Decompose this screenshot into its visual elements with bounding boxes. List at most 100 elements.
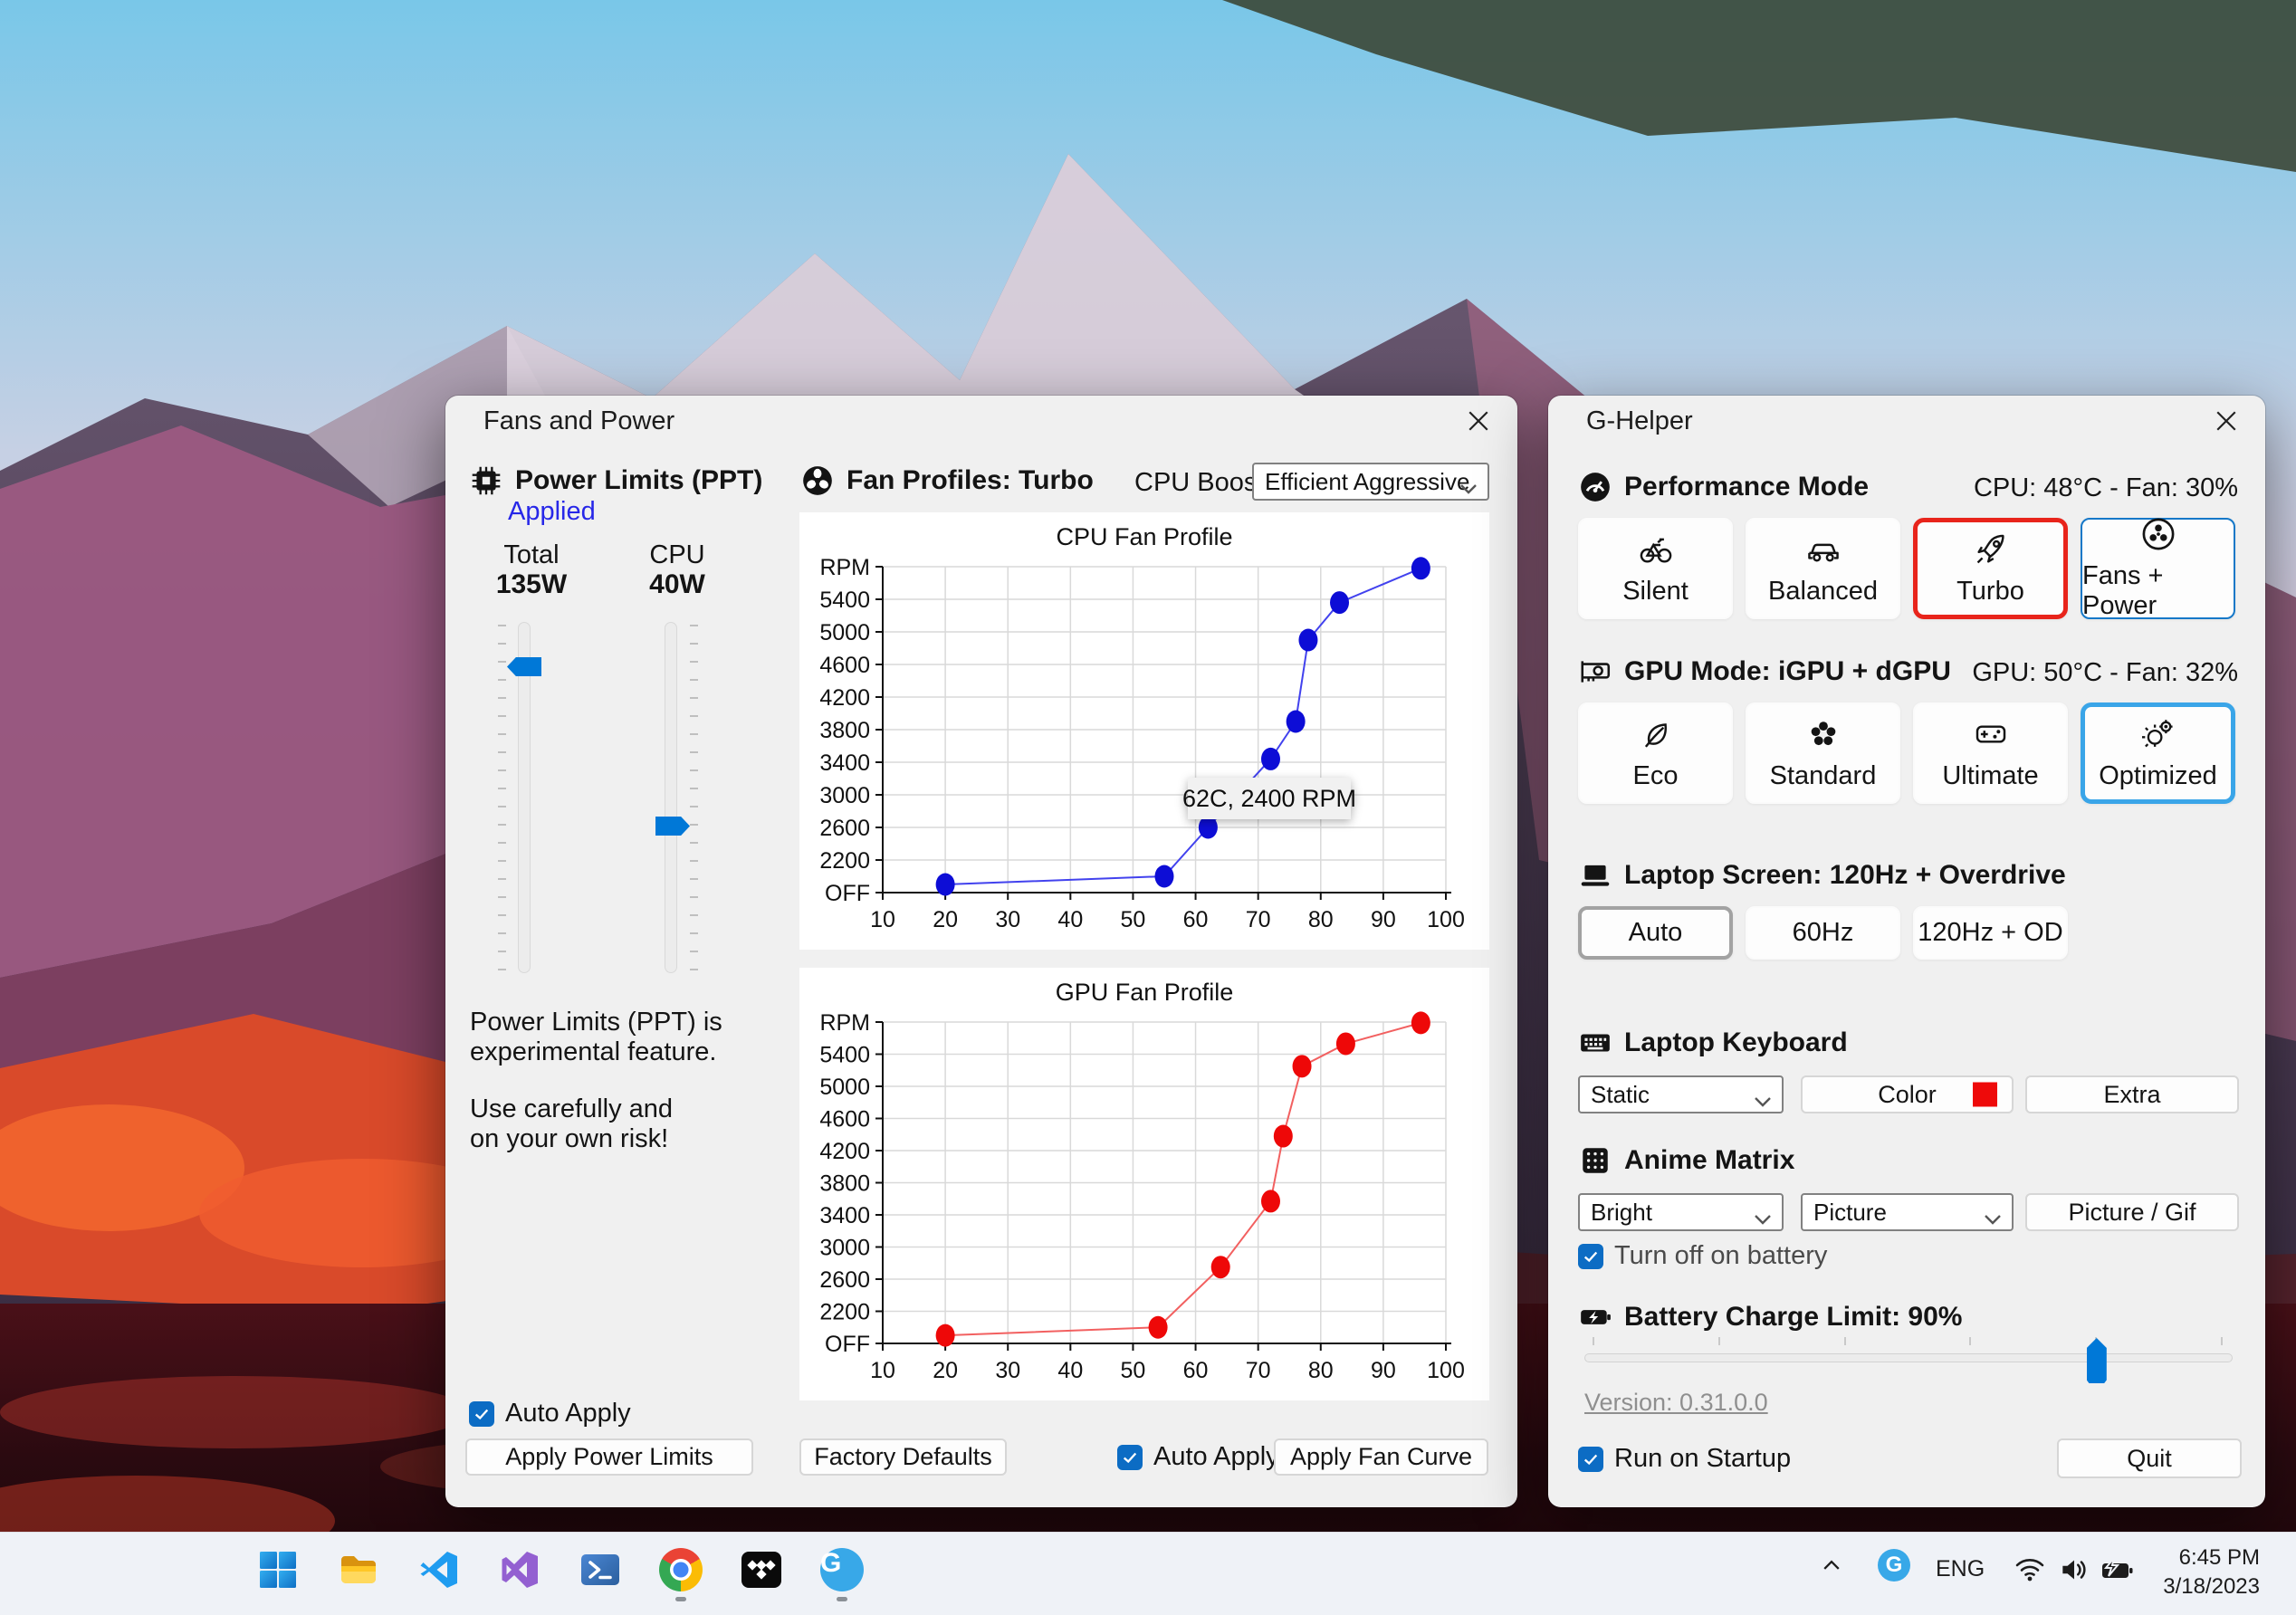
applied-status: Applied [508,497,596,526]
apply-power-limits-button[interactable]: Apply Power Limits [465,1438,753,1476]
auto-apply-fan-checkbox-row[interactable]: Auto Apply [1117,1442,1279,1472]
svg-text:100: 100 [1427,1358,1465,1383]
matrix-icon [1578,1143,1612,1178]
version-link[interactable]: Version: 0.31.0.0 [1584,1389,1768,1417]
auto-apply-power-checkbox[interactable] [469,1400,494,1427]
fan-curve-point[interactable] [1330,591,1350,615]
tray-clock[interactable]: 6:45 PM 3/18/2023 [2163,1543,2260,1601]
cpu-fan-profile-chart[interactable]: CPU Fan Profile OFF 2200 2600 3000 3400 3800 42… [799,512,1489,950]
vscode-taskbar-icon[interactable] [417,1548,461,1591]
anime-content-dropdown[interactable]: Picture [1801,1193,2014,1231]
fan-curve-point[interactable] [1260,1190,1280,1213]
fan-curve-point[interactable] [1411,557,1430,580]
svg-text:2600: 2600 [819,816,870,841]
fan-curve-point[interactable] [1198,816,1218,839]
fans-power-mode-button[interactable]: Fans + Power [2081,516,2235,620]
60hz-mode-button[interactable]: 60Hz [1746,906,1900,960]
tidal-taskbar-icon[interactable] [740,1548,783,1591]
tray-wifi-icon[interactable] [2014,1553,2046,1585]
run-on-startup-checkbox-row[interactable]: Run on Startup [1578,1444,1791,1474]
visual-studio-taskbar-icon[interactable] [498,1548,541,1591]
balanced-mode-button[interactable]: Balanced [1746,518,1900,619]
fan-curve-point[interactable] [1411,1011,1430,1035]
svg-text:5000: 5000 [819,1075,870,1100]
fan-curve-point[interactable] [935,873,955,896]
tray-ghelper-icon[interactable]: G [1878,1549,1910,1582]
powershell-taskbar-icon[interactable] [579,1548,622,1591]
auto-apply-fan-checkbox[interactable] [1117,1444,1143,1470]
svg-text:50: 50 [1121,1358,1146,1383]
quit-button[interactable]: Quit [2057,1438,2242,1478]
apply-fan-curve-button[interactable]: Apply Fan Curve [1274,1438,1488,1476]
fan-curve-point[interactable] [1286,710,1306,733]
eco-mode-button[interactable]: Eco [1578,702,1733,804]
file-explorer-taskbar-icon[interactable] [337,1548,380,1591]
tray-volume-icon[interactable] [2057,1553,2091,1587]
total-slider-thumb[interactable] [507,657,541,676]
svg-text:70: 70 [1246,907,1271,932]
optimized-mode-button[interactable]: Optimized [2081,702,2235,804]
windows-start-taskbar-icon[interactable] [256,1548,300,1591]
fan-curve-point[interactable] [1298,628,1318,652]
cpu-slider-thumb[interactable] [655,817,690,836]
mode-button-label: Optimized [2099,760,2217,790]
run-on-startup-checkbox[interactable] [1578,1446,1603,1472]
svg-text:40: 40 [1057,907,1083,932]
fan-power-icon [2140,516,2176,552]
keyboard-extra-button[interactable]: Extra [2025,1075,2239,1113]
factory-defaults-button[interactable]: Factory Defaults [799,1438,1007,1476]
fan-curve-point[interactable] [935,1324,955,1347]
svg-text:CPU Fan Profile: CPU Fan Profile [1056,523,1232,550]
cpu-boost-dropdown[interactable]: Efficient Aggressive [1252,463,1489,501]
anime-picture-gif-button[interactable]: Picture / Gif [2025,1193,2239,1231]
fan-curve-point[interactable] [1335,1032,1355,1056]
power-limits-heading-label: Power Limits (PPT) [515,465,763,495]
anime-brightness-dropdown[interactable]: Bright [1578,1193,1784,1231]
svg-text:40: 40 [1057,1358,1083,1383]
turn-off-on-battery-checkbox-row[interactable]: Turn off on battery [1578,1241,1827,1271]
cpu-slider-track[interactable] [665,622,677,973]
silent-mode-button[interactable]: Silent [1578,518,1733,619]
tray-battery-icon[interactable] [2099,1554,2135,1587]
fan-curve-point[interactable] [1154,865,1174,888]
keyboard-mode-dropdown[interactable]: Static [1578,1075,1784,1113]
battery-slider-track[interactable] [1584,1353,2233,1362]
fan-curve-point[interactable] [1292,1055,1312,1078]
svg-text:OFF: OFF [825,1332,870,1357]
battery-slider-ticks [1593,1337,2223,1345]
fans-and-power-window: Fans and Power Power Limits (PPT) Applie… [445,396,1517,1507]
performance-mode-label: Performance Mode [1624,472,1870,502]
fan-curve-point[interactable] [1273,1124,1293,1148]
svg-text:RPM: RPM [819,1010,870,1036]
standard-mode-button[interactable]: Standard [1746,702,1900,804]
gpu-mode-label: GPU Mode: iGPU + dGPU [1624,656,1951,686]
keyboard-color-swatch[interactable] [1973,1082,1997,1107]
car-icon [1805,531,1842,568]
auto-apply-power-checkbox-row[interactable]: Auto Apply [469,1399,631,1429]
svg-text:30: 30 [995,907,1020,932]
laptop-icon [1578,858,1612,893]
close-icon[interactable] [2213,407,2240,435]
chrome-taskbar-icon[interactable] [659,1548,703,1601]
fan-curve-point[interactable] [1148,1315,1168,1339]
svg-text:60: 60 [1183,907,1209,932]
ultimate-mode-button[interactable]: Ultimate [1913,702,2068,804]
keyboard-color-button[interactable]: Color [1801,1075,2014,1113]
svg-text:5400: 5400 [819,588,870,613]
gpu-fan-profile-chart[interactable]: GPU Fan Profile OFF 2200 2600 3000 3400 3800 42… [799,968,1489,1400]
svg-text:4600: 4600 [819,653,870,678]
total-slider-ticks [498,625,506,970]
120hz-od-mode-button[interactable]: 120Hz + OD [1913,906,2068,960]
turn-off-on-battery-checkbox[interactable] [1578,1243,1603,1269]
mode-button-label: Eco [1632,760,1679,790]
auto-apply-power-label: Auto Apply [505,1399,631,1428]
ghelper-taskbar-icon[interactable]: G [820,1548,864,1601]
laptop-keyboard-heading: Laptop Keyboard [1578,1026,1848,1060]
fan-curve-point[interactable] [1260,747,1280,770]
close-icon[interactable] [1465,407,1492,435]
auto-mode-button[interactable]: Auto [1578,906,1733,960]
tray-chevron-up-icon[interactable] [1818,1553,1845,1578]
tray-language[interactable]: ENG [1936,1556,1985,1582]
fan-curve-point[interactable] [1210,1256,1230,1279]
turbo-mode-button[interactable]: Turbo [1913,518,2068,619]
